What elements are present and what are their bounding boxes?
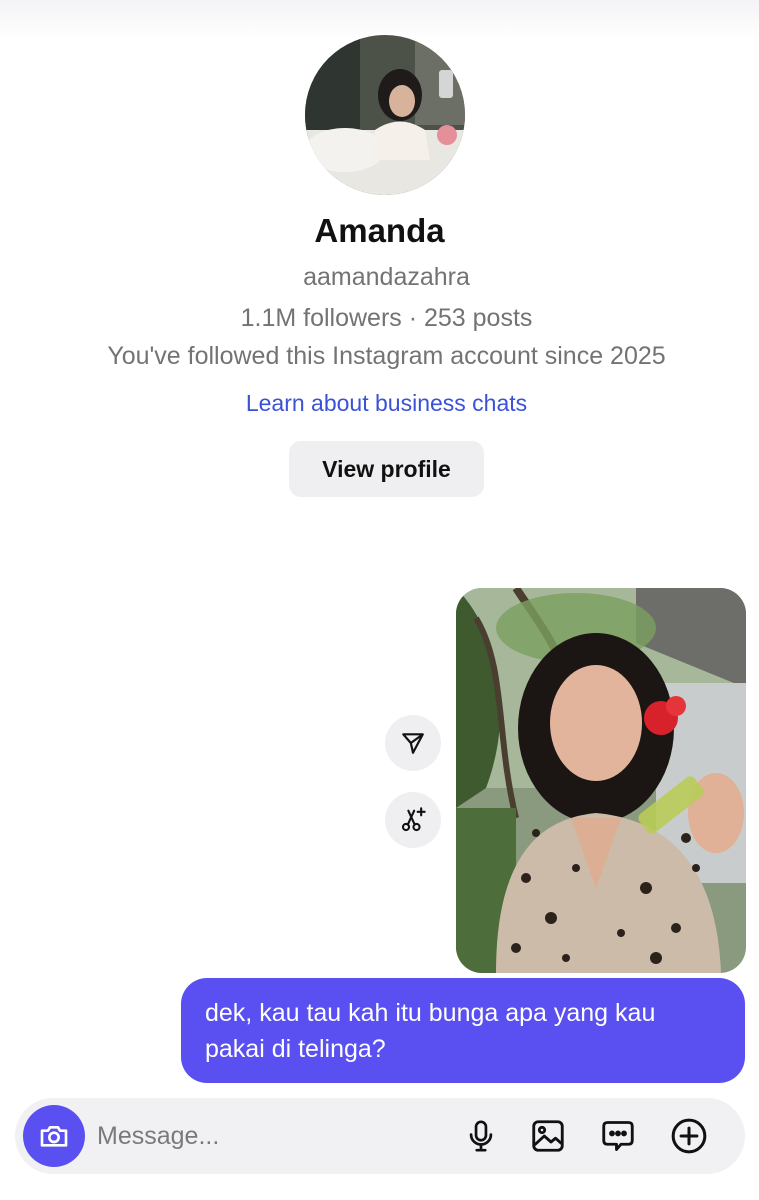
sticker-button[interactable] [598,1116,638,1156]
follow-since-text: You've followed this Instagram account s… [107,342,666,370]
camera-icon [40,1126,68,1147]
microphone-icon [469,1120,493,1152]
ai-edit-button[interactable] [385,792,441,848]
chat-bubble-icon [602,1121,634,1151]
plus-circle-icon [671,1118,707,1154]
scissors-sparkle-icon [401,807,426,832]
profile-name: Amanda [314,212,445,249]
message-input[interactable] [97,1116,427,1156]
share-button[interactable] [385,715,441,771]
voice-message-button[interactable] [461,1116,501,1156]
profile-avatar[interactable] [305,35,465,195]
camera-button[interactable] [23,1105,85,1167]
message-composer [15,1098,745,1174]
profile-stats: 1.1M followers · 253 posts [240,304,533,332]
learn-business-chats-link[interactable]: Learn about business chats [0,390,759,417]
sent-message-bubble[interactable]: dek, kau tau kah itu bunga apa yang kau … [181,978,745,1083]
view-profile-button[interactable]: View profile [289,441,484,497]
paper-plane-icon [402,733,424,754]
profile-username: aamandazahra [303,263,470,291]
top-header-fade [0,0,759,40]
image-icon [532,1120,564,1152]
add-button[interactable] [669,1116,709,1156]
sent-photo[interactable] [456,588,746,973]
gallery-button[interactable] [528,1116,568,1156]
